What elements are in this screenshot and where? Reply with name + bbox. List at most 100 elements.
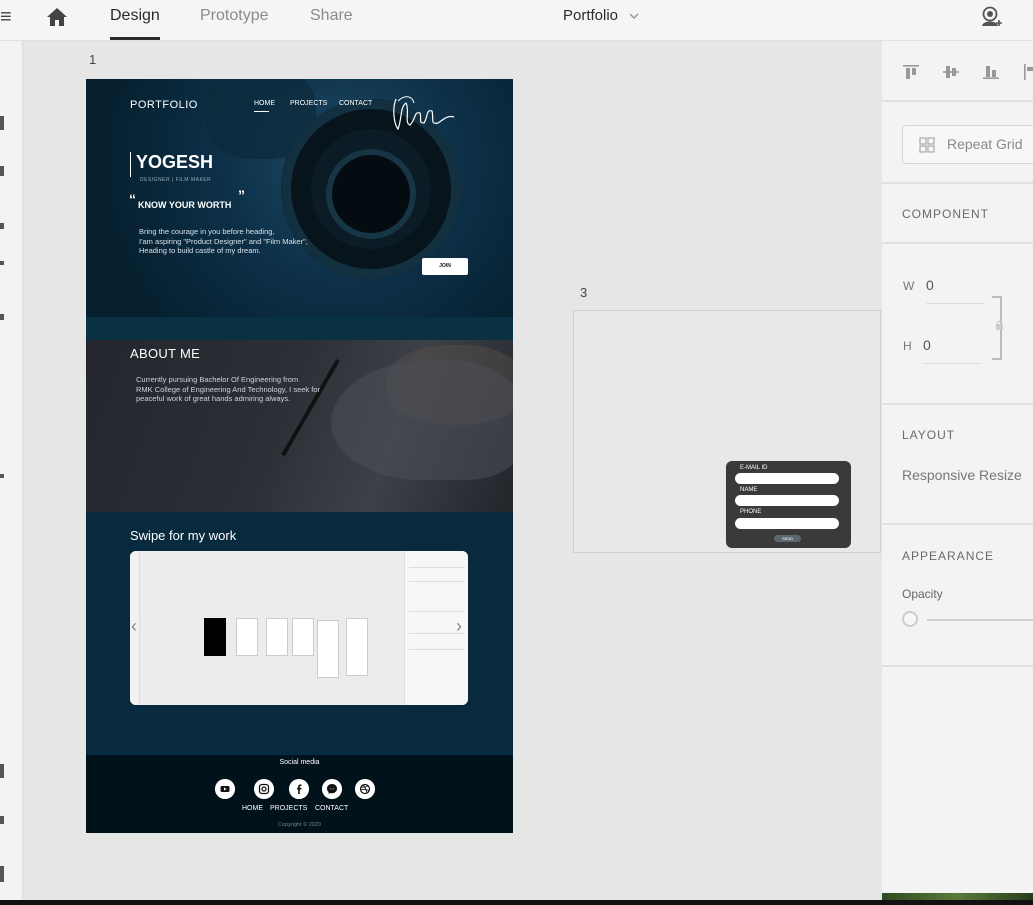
nav-home[interactable]: HOME xyxy=(254,100,275,107)
site-logo[interactable]: PORTFOLIO xyxy=(130,99,198,111)
about-line: RMK College of Engineering And Technolog… xyxy=(136,384,320,394)
work-thumb xyxy=(204,618,226,656)
height-label: H xyxy=(903,339,912,353)
carousel-prev-icon[interactable]: ‹ xyxy=(131,616,137,637)
instagram-icon[interactable] xyxy=(254,779,274,799)
about-background-pen xyxy=(281,359,340,457)
add-user-icon[interactable] xyxy=(978,4,1004,30)
hero-name: YOGESH xyxy=(136,152,214,172)
select-tool-icon[interactable] xyxy=(0,116,4,130)
dribbble-icon[interactable] xyxy=(355,779,375,799)
artboard-tool-icon[interactable] xyxy=(0,474,4,478)
tab-share[interactable]: Share xyxy=(310,7,353,25)
hero-section: PORTFOLIO HOME PROJECTS CONTACT YOGESH D… xyxy=(86,79,513,317)
facebook-icon[interactable] xyxy=(289,779,309,799)
about-text: Currently pursuing Bachelor Of Engineeri… xyxy=(136,375,376,404)
footer-nav-contact[interactable]: CONTACT xyxy=(315,805,348,812)
line-tool-icon[interactable] xyxy=(0,261,4,265)
ellipse-tool-icon[interactable] xyxy=(0,223,4,229)
work-title: Swipe for my work xyxy=(130,528,237,543)
opacity-slider-track[interactable] xyxy=(927,619,1033,621)
work-thumb xyxy=(317,620,339,678)
repeat-grid-label: Repeat Grid xyxy=(947,136,1023,152)
panel-line xyxy=(409,649,465,650)
property-inspector: Repeat Grid COMPONENT W 0 H 0 LAYOUT Res… xyxy=(882,41,1033,905)
section-divider xyxy=(882,182,1033,184)
footer-nav-projects[interactable]: PROJECTS xyxy=(270,805,307,812)
nav-projects[interactable]: PROJECTS xyxy=(290,100,327,107)
contact-form[interactable]: E-MAIL ID NAME PHONE SEND xyxy=(726,461,851,548)
nav-contact[interactable]: CONTACT xyxy=(339,100,372,107)
messenger-icon[interactable] xyxy=(322,779,342,799)
email-label: E-MAIL ID xyxy=(740,465,768,471)
chevron-down-icon[interactable] xyxy=(628,10,640,22)
work-carousel[interactable]: ‹ › xyxy=(130,551,468,705)
quote-open: “ xyxy=(129,191,136,207)
lock-icon[interactable] xyxy=(995,320,1004,330)
intro-line: Bring the courage in you before heading, xyxy=(139,227,275,236)
appearance-heading: APPEARANCE xyxy=(902,549,995,563)
intro-line: I'am aspiring "Product Designer" and "Fi… xyxy=(139,236,308,246)
work-preview-canvas xyxy=(140,551,404,705)
phone-label: PHONE xyxy=(740,509,762,515)
section-divider xyxy=(882,523,1033,525)
responsive-resize-toggle[interactable]: Responsive Resize xyxy=(902,467,1022,483)
width-label: W xyxy=(903,279,915,293)
tab-prototype[interactable]: Prototype xyxy=(200,7,268,25)
align-left-icon[interactable] xyxy=(1022,63,1033,81)
hero-intro: Bring the courage in you before heading,… xyxy=(139,227,308,256)
height-input[interactable]: 0 xyxy=(923,337,931,353)
section-divider xyxy=(882,242,1033,244)
height-input-underline xyxy=(923,363,981,364)
footer-nav-home[interactable]: HOME xyxy=(242,805,263,812)
width-input-underline xyxy=(926,303,984,304)
send-button[interactable]: SEND xyxy=(774,535,801,542)
section-divider xyxy=(882,403,1033,405)
name-label: NAME xyxy=(740,487,758,493)
home-icon[interactable] xyxy=(45,5,69,29)
align-bottom-icon[interactable] xyxy=(982,63,1000,81)
align-middle-icon[interactable] xyxy=(942,63,960,81)
carousel-next-icon[interactable]: › xyxy=(456,616,462,637)
plugins-icon[interactable] xyxy=(0,866,4,882)
document-title[interactable]: Portfolio xyxy=(563,7,618,24)
active-tab-indicator xyxy=(110,37,160,40)
artboard-3-label[interactable]: 3 xyxy=(580,285,587,300)
email-field[interactable] xyxy=(735,473,839,484)
name-accent-bar xyxy=(130,152,131,177)
opacity-slider-handle[interactable] xyxy=(902,611,918,627)
rectangle-tool-icon[interactable] xyxy=(0,166,4,176)
hero-subtitle: DESIGNER | FILM MAKER xyxy=(140,177,212,183)
section-divider xyxy=(86,317,513,340)
work-thumb xyxy=(236,618,258,656)
work-thumb xyxy=(266,618,288,656)
repeat-grid-button[interactable]: Repeat Grid xyxy=(902,125,1033,164)
align-top-icon[interactable] xyxy=(902,63,920,81)
assets-icon[interactable] xyxy=(0,816,4,824)
width-input[interactable]: 0 xyxy=(926,277,934,293)
tab-design[interactable]: Design xyxy=(110,7,160,25)
opacity-label: Opacity xyxy=(902,587,943,601)
join-button[interactable]: JOIN xyxy=(422,258,468,275)
nav-active-underline xyxy=(254,111,269,112)
hamburger-menu-icon[interactable]: ≡ xyxy=(0,7,12,31)
intro-line: Heading to build castle of my dream. xyxy=(139,246,261,255)
phone-field[interactable] xyxy=(735,518,839,529)
artboard-portfolio[interactable]: PORTFOLIO HOME PROJECTS CONTACT YOGESH D… xyxy=(86,79,513,833)
name-field[interactable] xyxy=(735,495,839,506)
youtube-icon[interactable] xyxy=(215,779,235,799)
work-section: Swipe for my work ‹ › xyxy=(86,512,513,755)
about-section: ABOUT ME Currently pursuing Bachelor Of … xyxy=(86,340,513,512)
panel-line xyxy=(409,581,465,582)
social-title: Social media xyxy=(279,759,320,766)
layout-heading: LAYOUT xyxy=(902,428,956,442)
pen-tool-icon[interactable] xyxy=(0,314,4,320)
quote-close: ” xyxy=(238,187,245,203)
layers-icon[interactable] xyxy=(0,764,4,778)
section-divider xyxy=(882,665,1033,667)
about-line: peaceful work of great hands admiring al… xyxy=(136,394,291,403)
artboard-1-label[interactable]: 1 xyxy=(89,52,96,67)
hero-tagline: KNOW YOUR WORTH xyxy=(138,200,232,210)
artboard-contact[interactable]: E-MAIL ID NAME PHONE SEND xyxy=(573,310,881,553)
taskbar-edge xyxy=(0,900,1033,905)
